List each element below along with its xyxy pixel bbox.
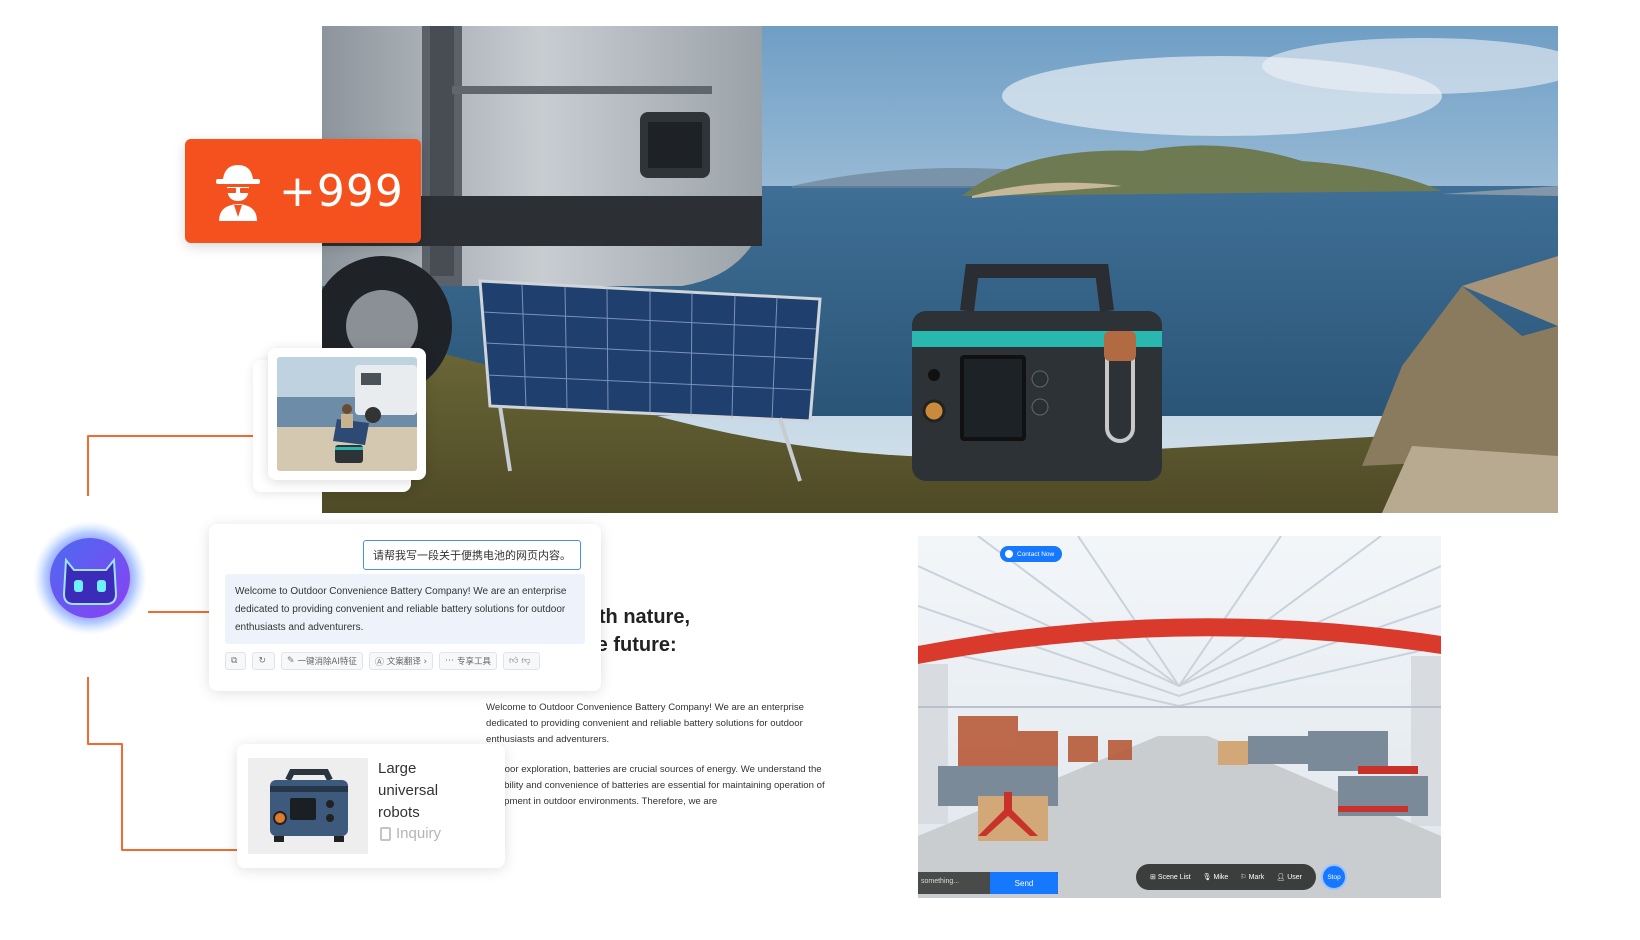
translate-label: 文案翻译 ›: [386, 657, 427, 667]
mark-icon: ⚐: [1240, 874, 1247, 881]
mic-icon: 🎙︎: [1202, 874, 1212, 881]
inquiry-label: Inquiry: [396, 825, 442, 842]
thumbs-down-icon[interactable]: 👎︎: [521, 656, 530, 666]
contact-now-label: Contact Now: [1017, 550, 1055, 558]
product-card[interactable]: Large universal robots Inquiry: [237, 744, 505, 868]
spy-icon: [216, 165, 260, 221]
visitor-count-badge: +999: [185, 139, 421, 243]
photo-card[interactable]: [268, 348, 426, 480]
product-title: Large universal robots: [378, 760, 439, 821]
mic-label: Mike: [1213, 873, 1229, 881]
contact-now-button[interactable]: Contact Now: [1000, 546, 1063, 562]
user-label: User: [1287, 873, 1302, 881]
article-paragraph-1: Welcome to Outdoor Convenience Battery C…: [486, 702, 804, 745]
regenerate-button[interactable]: ↻: [252, 652, 275, 670]
chat-toolbar: ⧉ ↻ ✎ 一键消除AI特征 Ⓐ 文案翻译 › ⋯ 专享工具 👍︎ 👎︎: [225, 652, 540, 670]
copy-icon: ⧉: [231, 656, 238, 666]
product-image: [248, 758, 368, 854]
feedback-buttons[interactable]: 👍︎ 👎︎: [503, 652, 540, 670]
thumbs-up-icon[interactable]: 👍︎: [509, 656, 518, 666]
vr-factory-tour[interactable]: Contact Now something... Send ⊞ Scene Lis…: [918, 536, 1441, 898]
exclusive-tools-button[interactable]: ⋯ 专享工具: [438, 652, 497, 670]
exclusive-tools-label: 专享工具: [456, 657, 491, 667]
article-paragraph-2: outdoor exploration, batteries are cruci…: [486, 764, 825, 807]
remove-ai-trace-label: 一键消除AI特征: [297, 657, 357, 667]
scene-list-label: Scene List: [1157, 873, 1191, 881]
mark-button[interactable]: ⚐ Mark: [1240, 873, 1265, 882]
translate-icon: Ⓐ: [374, 657, 384, 668]
scene-list-icon: ⊞: [1150, 874, 1156, 881]
hero-image: [322, 26, 1558, 513]
document-icon: [380, 826, 391, 841]
vr-toolbar: ⊞ Scene List 🎙︎ Mike ⚐ Mark 👤︎ User: [1136, 864, 1316, 890]
refresh-icon: ↻: [258, 656, 266, 666]
inquiry-button[interactable]: Inquiry: [380, 825, 441, 842]
ai-reply-bubble: Welcome to Outdoor Convenience Battery C…: [225, 574, 585, 644]
mark-label: Mark: [1248, 873, 1265, 881]
chat-bubble-icon: [1005, 550, 1013, 558]
remove-ai-trace-button[interactable]: ✎ 一键消除AI特征: [280, 652, 363, 670]
factory-panorama: [918, 536, 1441, 898]
visitor-count: +999: [279, 165, 404, 217]
user-prompt-bubble: 请帮我写一段关于便携电池的网页内容。: [363, 540, 581, 570]
more-icon: ⋯: [444, 656, 454, 666]
beach-camper-photo: [277, 357, 417, 471]
edit-icon: ✎: [286, 656, 295, 666]
scene-list-button[interactable]: ⊞ Scene List: [1150, 873, 1191, 882]
mic-button[interactable]: 🎙︎ Mike: [1202, 873, 1229, 882]
ai-assistant-avatar[interactable]: [32, 520, 148, 636]
copy-button[interactable]: ⧉: [225, 652, 247, 670]
translate-button[interactable]: Ⓐ 文案翻译 ›: [368, 652, 433, 670]
stop-button[interactable]: Stop: [1321, 864, 1347, 890]
ai-chat-card: 请帮我写一段关于便携电池的网页内容。 Welcome to Outdoor Co…: [209, 524, 601, 691]
user-button[interactable]: 👤︎ User: [1276, 873, 1302, 882]
user-icon: 👤︎: [1276, 874, 1286, 881]
vr-send-button[interactable]: Send: [990, 872, 1058, 894]
